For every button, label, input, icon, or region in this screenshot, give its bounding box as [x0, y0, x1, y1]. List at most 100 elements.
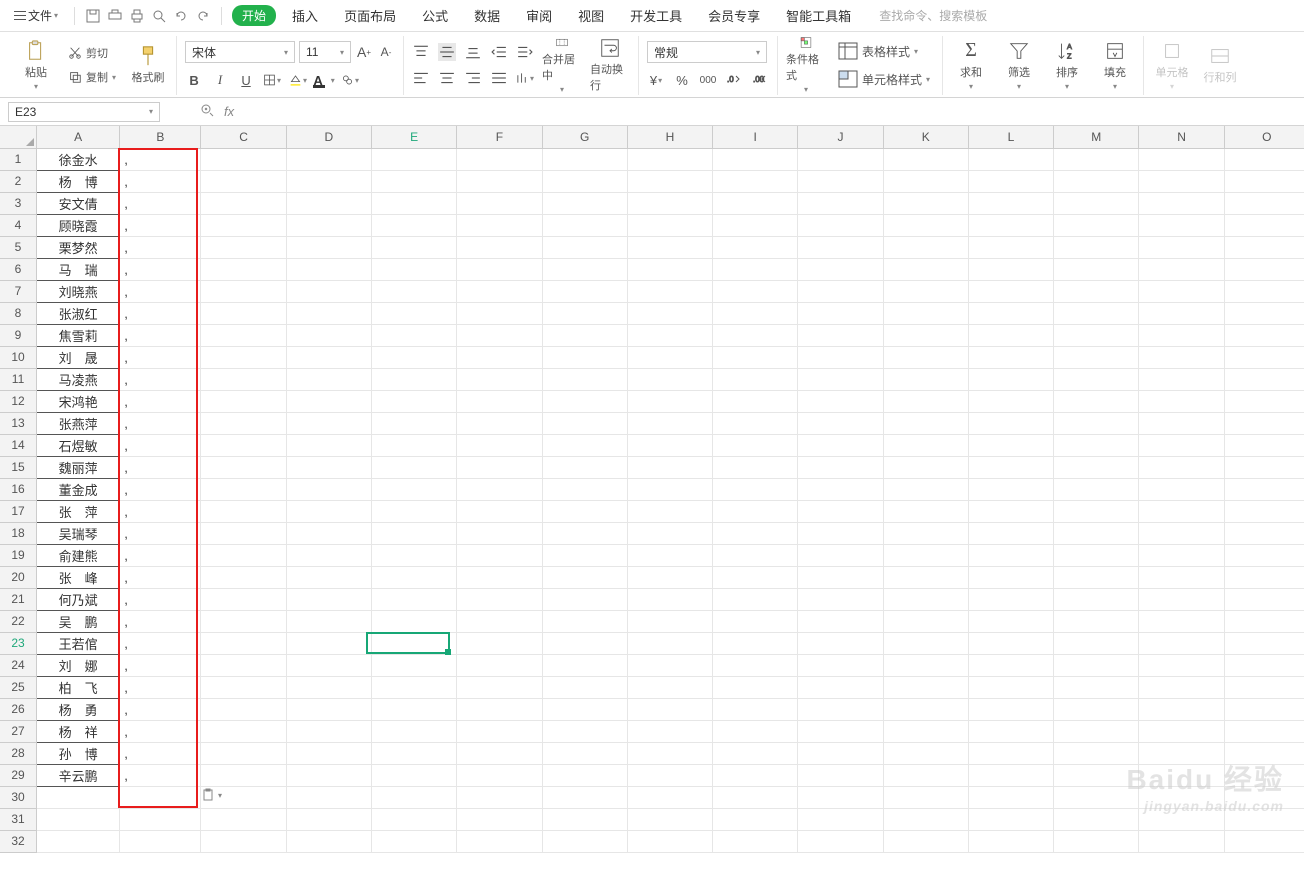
cell-K30[interactable]: [883, 786, 968, 808]
cell-L6[interactable]: [968, 258, 1053, 280]
cell-D18[interactable]: [286, 522, 371, 544]
cell-K10[interactable]: [883, 346, 968, 368]
font-size-select[interactable]: 11▾: [299, 41, 351, 63]
row-header-19[interactable]: 19: [0, 544, 37, 566]
cell-A16[interactable]: 董金成: [37, 478, 120, 500]
cell-M9[interactable]: [1054, 324, 1139, 346]
cell-D26[interactable]: [286, 698, 371, 720]
cell-J5[interactable]: [798, 236, 883, 258]
cell-M4[interactable]: [1054, 214, 1139, 236]
highlight-icon[interactable]: ▾: [341, 71, 359, 89]
cell-D7[interactable]: [286, 280, 371, 302]
cell-M6[interactable]: [1054, 258, 1139, 280]
cell-K4[interactable]: [883, 214, 968, 236]
cell-G8[interactable]: [542, 302, 627, 324]
table-style-button[interactable]: 表格样式▾: [834, 39, 934, 63]
cell-D8[interactable]: [286, 302, 371, 324]
cell-M19[interactable]: [1054, 544, 1139, 566]
col-header-M[interactable]: M: [1054, 126, 1139, 148]
cell-I8[interactable]: [713, 302, 798, 324]
row-header-18[interactable]: 18: [0, 522, 37, 544]
cell-B3[interactable]: ,: [120, 192, 201, 214]
col-header-B[interactable]: B: [120, 126, 201, 148]
cell-E30[interactable]: [372, 786, 457, 808]
cell-K32[interactable]: [883, 830, 968, 852]
cell-C27[interactable]: [201, 720, 286, 742]
row-header-30[interactable]: 30: [0, 786, 37, 808]
cell-G22[interactable]: [542, 610, 627, 632]
cell-N30[interactable]: [1139, 786, 1224, 808]
cell-N11[interactable]: [1139, 368, 1224, 390]
cell-A23[interactable]: 王若倌: [37, 632, 120, 654]
cell-C21[interactable]: [201, 588, 286, 610]
row-header-25[interactable]: 25: [0, 676, 37, 698]
cell-L21[interactable]: [968, 588, 1053, 610]
cell-I30[interactable]: [713, 786, 798, 808]
row-header-1[interactable]: 1: [0, 148, 37, 170]
cell-G24[interactable]: [542, 654, 627, 676]
cell-H12[interactable]: [627, 390, 712, 412]
cell-I7[interactable]: [713, 280, 798, 302]
cell-G18[interactable]: [542, 522, 627, 544]
cell-L9[interactable]: [968, 324, 1053, 346]
cell-N27[interactable]: [1139, 720, 1224, 742]
increase-indent-icon[interactable]: [516, 43, 534, 61]
row-header-17[interactable]: 17: [0, 500, 37, 522]
cell-J16[interactable]: [798, 478, 883, 500]
cell-M18[interactable]: [1054, 522, 1139, 544]
cell-C11[interactable]: [201, 368, 286, 390]
cell-K23[interactable]: [883, 632, 968, 654]
cell-J3[interactable]: [798, 192, 883, 214]
underline-icon[interactable]: U: [237, 71, 255, 89]
cell-A26[interactable]: 杨 勇: [37, 698, 120, 720]
cell-O10[interactable]: [1224, 346, 1304, 368]
cell-F14[interactable]: [457, 434, 542, 456]
cell-G29[interactable]: [542, 764, 627, 786]
cell-N21[interactable]: [1139, 588, 1224, 610]
cell-L16[interactable]: [968, 478, 1053, 500]
cell-K9[interactable]: [883, 324, 968, 346]
cell-J29[interactable]: [798, 764, 883, 786]
decrease-indent-icon[interactable]: [490, 43, 508, 61]
col-header-D[interactable]: D: [286, 126, 371, 148]
cell-I18[interactable]: [713, 522, 798, 544]
cell-L18[interactable]: [968, 522, 1053, 544]
cell-D24[interactable]: [286, 654, 371, 676]
cell-J25[interactable]: [798, 676, 883, 698]
cell-G3[interactable]: [542, 192, 627, 214]
cell-J12[interactable]: [798, 390, 883, 412]
cell-I2[interactable]: [713, 170, 798, 192]
cell-C1[interactable]: [201, 148, 286, 170]
cell-G4[interactable]: [542, 214, 627, 236]
cell-J32[interactable]: [798, 830, 883, 852]
cell-M3[interactable]: [1054, 192, 1139, 214]
cell-M7[interactable]: [1054, 280, 1139, 302]
fx-icon[interactable]: fx: [224, 104, 234, 119]
cell-N9[interactable]: [1139, 324, 1224, 346]
cell-F22[interactable]: [457, 610, 542, 632]
save-icon[interactable]: [85, 8, 101, 24]
cell-I1[interactable]: [713, 148, 798, 170]
cell-H29[interactable]: [627, 764, 712, 786]
cell-A14[interactable]: 石煜敏: [37, 434, 120, 456]
cell-I21[interactable]: [713, 588, 798, 610]
cell-O16[interactable]: [1224, 478, 1304, 500]
cell-I20[interactable]: [713, 566, 798, 588]
cell-E25[interactable]: [372, 676, 457, 698]
cell-N19[interactable]: [1139, 544, 1224, 566]
cell-G11[interactable]: [542, 368, 627, 390]
cell-B21[interactable]: ,: [120, 588, 201, 610]
row-header-28[interactable]: 28: [0, 742, 37, 764]
cell-H31[interactable]: [627, 808, 712, 830]
cell-M5[interactable]: [1054, 236, 1139, 258]
cell-E18[interactable]: [372, 522, 457, 544]
cell-J1[interactable]: [798, 148, 883, 170]
cell-B27[interactable]: ,: [120, 720, 201, 742]
cell-H9[interactable]: [627, 324, 712, 346]
orientation-icon[interactable]: ▾: [516, 69, 534, 87]
cell-B26[interactable]: ,: [120, 698, 201, 720]
redo-icon[interactable]: [195, 8, 211, 24]
cell-C29[interactable]: [201, 764, 286, 786]
cell-B22[interactable]: ,: [120, 610, 201, 632]
cell-style-button[interactable]: 单元格样式▾: [834, 67, 934, 91]
